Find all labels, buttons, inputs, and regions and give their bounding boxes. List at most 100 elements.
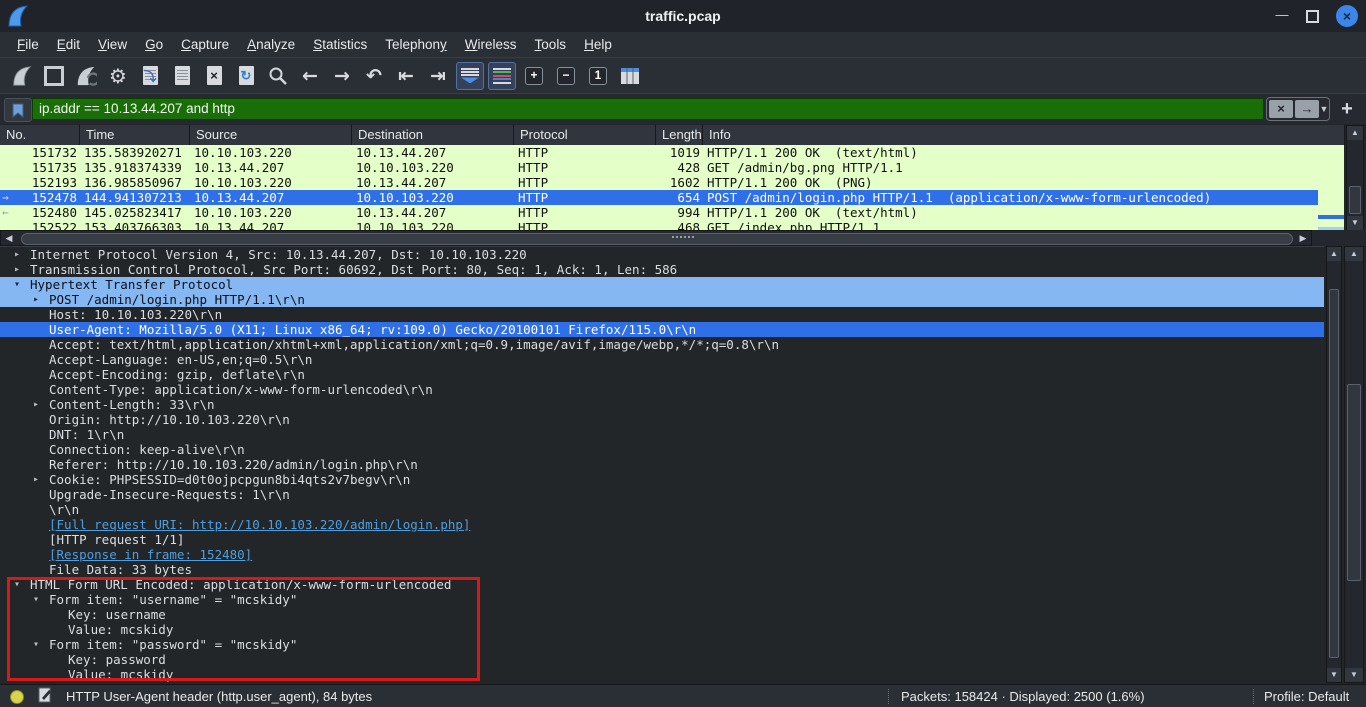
colorize-packets-icon[interactable] [488,62,516,90]
zoom-in-icon[interactable]: + [520,62,548,90]
packet-row[interactable]: 152522153.40376630310.13.44.20710.10.103… [0,220,1318,230]
detail-row[interactable]: ▸Transmission Control Protocol, Src Port… [0,262,1324,277]
detail-row[interactable]: Value: mcskidy [0,622,1324,637]
menu-help[interactable]: Help [575,32,621,57]
profile-status[interactable]: Profile: Default [1253,689,1366,704]
detail-row[interactable]: ▸Internet Protocol Version 4, Src: 10.13… [0,247,1324,262]
scroll-up-icon[interactable]: ▲ [1347,126,1363,140]
find-packet-icon[interactable] [264,62,292,90]
expand-arrow-icon[interactable]: ▸ [14,262,20,277]
column-header-time[interactable]: Time [80,125,190,145]
expand-arrow-icon[interactable]: ▾ [33,637,39,652]
column-header-source[interactable]: Source [190,125,352,145]
go-forward-icon[interactable]: → [328,62,356,90]
menu-wireless[interactable]: Wireless [456,32,526,57]
expand-arrow-icon[interactable]: ▸ [33,292,39,307]
detail-row[interactable]: Origin: http://10.10.103.220\r\n [0,412,1324,427]
column-header-info[interactable]: Info [703,125,1345,145]
expand-arrow-icon[interactable]: ▾ [14,277,20,292]
reload-file-icon[interactable]: ↻ [232,62,260,90]
detail-row[interactable]: Accept: text/html,application/xhtml+xml,… [0,337,1324,352]
packet-row[interactable]: 152193136.98585096710.10.103.22010.13.44… [0,175,1318,190]
go-back-icon[interactable]: ← [296,62,324,90]
capture-options-icon[interactable]: ⚙ [104,62,132,90]
restart-capture-icon[interactable] [72,62,100,90]
filter-add-button[interactable]: + [1336,97,1358,121]
packet-row[interactable]: →152478144.94130721310.13.44.20710.10.10… [0,190,1318,205]
packet-list-hscrollbar[interactable]: ◀ ▶ [0,230,1312,246]
detail-row[interactable]: Upgrade-Insecure-Requests: 1\r\n [0,487,1324,502]
detail-row[interactable]: ▸Cookie: PHPSESSID=d0t0ojpcpgun8bi4qts2v… [0,472,1324,487]
detail-row[interactable]: Key: username [0,607,1324,622]
stop-capture-icon[interactable] [40,62,68,90]
close-button[interactable]: × [1336,5,1358,27]
expand-arrow-icon[interactable]: ▾ [33,592,39,607]
detail-row[interactable]: ▾Form item: "username" = "mcskidy" [0,592,1324,607]
detail-row[interactable]: Key: password [0,652,1324,667]
go-last-packet-icon[interactable]: ⇥ [424,62,452,90]
scroll-down-icon[interactable]: ▼ [1345,668,1363,682]
column-header-protocol[interactable]: Protocol [514,125,656,145]
start-capture-icon[interactable] [8,62,36,90]
detail-row[interactable]: ▸Content-Length: 33\r\n [0,397,1324,412]
detail-row[interactable]: ▾Form item: "password" = "mcskidy" [0,637,1324,652]
detail-row[interactable]: Connection: keep-alive\r\n [0,442,1324,457]
expand-arrow-icon[interactable]: ▸ [14,247,20,262]
detail-row[interactable]: ▸POST /admin/login.php HTTP/1.1\r\n [0,292,1324,307]
menu-file[interactable]: File [8,32,48,57]
scrollbar-thumb[interactable] [1349,186,1361,214]
detail-row[interactable]: ▾HTML Form URL Encoded: application/x-ww… [0,577,1324,592]
bytes-pane-scrollbar[interactable]: ▲ ▼ [1344,246,1364,683]
expand-arrow-icon[interactable]: ▸ [33,397,39,412]
detail-row[interactable]: ▾Hypertext Transfer Protocol [0,277,1324,292]
hscrollbar-thumb[interactable] [21,233,1293,245]
menu-analyze[interactable]: Analyze [238,32,304,57]
menu-telephony[interactable]: Telephony [376,32,456,57]
pane-splitter-grip[interactable] [672,236,694,238]
scroll-up-icon[interactable]: ▲ [1345,247,1363,261]
scrollbar-thumb[interactable] [1329,289,1339,658]
column-header-destination[interactable]: Destination [352,125,514,145]
maximize-button[interactable] [1302,7,1322,25]
packet-row[interactable]: 151732135.58392027110.10.103.22010.13.44… [0,145,1318,160]
open-file-icon[interactable]: ⤵ [136,62,164,90]
detail-row[interactable]: [Full request URI: http://10.10.103.220/… [0,517,1324,532]
packet-row[interactable]: ←152480145.02582341710.10.103.22010.13.4… [0,205,1318,220]
close-file-icon[interactable]: × [200,62,228,90]
menu-view[interactable]: View [89,32,136,57]
detail-row[interactable]: Accept-Encoding: gzip, deflate\r\n [0,367,1324,382]
capture-comment-icon[interactable] [38,687,52,706]
scroll-down-icon[interactable]: ▼ [1347,216,1363,230]
detail-row[interactable]: DNT: 1\r\n [0,427,1324,442]
column-header-length[interactable]: Length [656,125,703,145]
detail-row[interactable]: Value: mcskidy [0,667,1324,682]
detail-row[interactable]: \r\n [0,502,1324,517]
zoom-normal-icon[interactable]: 1 [584,62,612,90]
details-scrollbar[interactable]: ▲ ▼ [1326,246,1342,683]
scroll-left-icon[interactable]: ◀ [3,232,15,244]
intelligent-scrollbar-minimap[interactable] [1318,145,1344,231]
go-first-packet-icon[interactable]: ⇤ [392,62,420,90]
detail-row[interactable]: [HTTP request 1/1] [0,532,1324,547]
scroll-up-icon[interactable]: ▲ [1327,247,1341,261]
filter-apply-button[interactable]: → [1295,100,1319,118]
minimize-button[interactable]: — [1272,7,1292,25]
filter-bookmark-button[interactable] [4,98,32,122]
detail-row[interactable]: User-Agent: Mozilla/5.0 (X11; Linux x86_… [0,322,1324,337]
menu-statistics[interactable]: Statistics [304,32,376,57]
filter-apply-dropdown[interactable]: ▼ [1319,104,1329,114]
menu-go[interactable]: Go [136,32,172,57]
resize-columns-icon[interactable] [616,62,644,90]
detail-row[interactable]: Referer: http://10.10.103.220/admin/logi… [0,457,1324,472]
go-to-packet-icon[interactable]: ↶ [360,62,388,90]
expert-info-icon[interactable] [10,690,24,704]
packet-list-scrollbar[interactable]: ▲ ▼ [1346,125,1364,231]
detail-row[interactable]: Host: 10.10.103.220\r\n [0,307,1324,322]
column-header-no[interactable]: No. [0,125,80,145]
expand-arrow-icon[interactable]: ▾ [14,577,20,592]
zoom-out-icon[interactable]: − [552,62,580,90]
expand-arrow-icon[interactable]: ▸ [33,472,39,487]
packet-counts-status[interactable]: Packets: 158424 · Displayed: 2500 (1.6%) [888,689,1253,704]
save-file-icon[interactable] [168,62,196,90]
menu-edit[interactable]: Edit [48,32,89,57]
